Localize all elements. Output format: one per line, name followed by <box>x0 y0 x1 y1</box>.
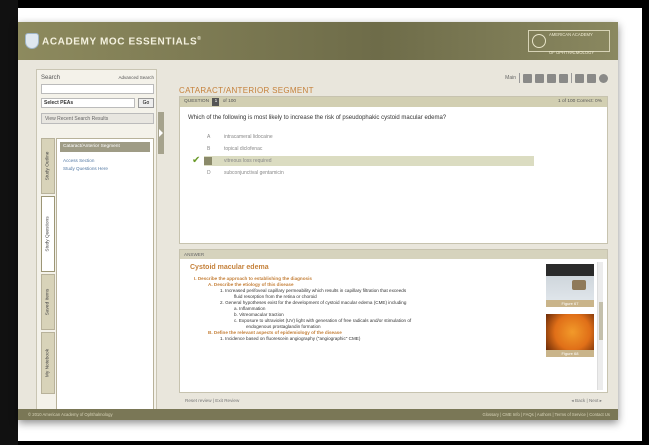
oct-image <box>546 264 594 300</box>
footer-links[interactable]: Glossary | CME Info | FAQs | Authors | T… <box>482 409 610 420</box>
answer-panel: ANSWER Cystoid macular edema I. Describe… <box>179 249 608 393</box>
left-panel: Search Advanced Search Select PEAs Go Vi… <box>36 69 157 414</box>
correct-check-icon: ✔ <box>192 155 201 166</box>
segment-title: CATARACT/ANTERIOR SEGMENT <box>179 86 314 95</box>
study-questions-link[interactable]: Study Questions Here <box>63 166 108 171</box>
question-text: Which of the following is most likely to… <box>188 115 447 121</box>
question-header: QUESTION 1 of 100 1 of 100 Correct: 0% <box>180 97 607 107</box>
answer-title: Cystoid macular edema <box>190 264 269 271</box>
bottom-nav: Reset review | Exit Review ◂ Back | Next… <box>179 398 608 408</box>
tab-my-notebook[interactable]: My Notebook <box>41 332 55 394</box>
recent-search-select[interactable]: View Recent Search Results <box>41 113 154 124</box>
back-next-links[interactable]: ◂ Back | Next ▸ <box>571 398 602 404</box>
figure-caption: Figure 68 <box>546 350 594 357</box>
aao-seal-icon <box>532 34 546 48</box>
scroll-thumb[interactable] <box>599 302 603 340</box>
main-link[interactable]: Main <box>505 75 516 81</box>
list-icon[interactable] <box>547 73 556 83</box>
help-icon[interactable] <box>599 73 608 83</box>
shield-logo-icon <box>25 33 39 49</box>
question-label: QUESTION <box>184 99 210 104</box>
tab-study-questions[interactable]: Study Questions <box>41 196 55 272</box>
pea-select[interactable]: Select PEAs <box>41 98 135 108</box>
tab-saved-items[interactable]: Saved Items <box>41 274 55 330</box>
toolbar-divider <box>519 73 520 83</box>
figure-68[interactable]: Figure 68 <box>546 314 594 357</box>
segment-list: Cataract/Anterior Segment Access Section… <box>56 138 154 410</box>
aao-logo: American Academy of Ophthalmology <box>528 30 610 55</box>
photo-frame: ACADEMY MOC ESSENTIALS® American Academy… <box>0 0 649 445</box>
frame-border <box>0 0 18 445</box>
aao-line-2: of Ophthalmology <box>549 50 595 55</box>
segment-header[interactable]: Cataract/Anterior Segment <box>60 142 150 152</box>
vertical-tabs: Study Outline Study Questions Saved Item… <box>41 138 55 410</box>
app-window: ACADEMY MOC ESSENTIALS® American Academy… <box>18 22 618 420</box>
print-icon[interactable] <box>575 73 584 83</box>
search-area: Search Advanced Search Select PEAs Go Vi… <box>41 74 154 134</box>
answer-option-c[interactable]: Cvitreous loss required <box>204 156 534 166</box>
question-status: 1 of 100 Correct: 0% <box>558 99 602 104</box>
review-links[interactable]: Reset review | Exit Review <box>185 398 239 403</box>
tab-study-outline[interactable]: Study Outline <box>41 138 55 194</box>
fundus-image <box>546 314 594 350</box>
question-panel: QUESTION 1 of 100 1 of 100 Correct: 0% W… <box>179 96 608 244</box>
search-input[interactable] <box>41 84 154 94</box>
app-title: ACADEMY MOC ESSENTIALS® <box>42 36 202 48</box>
answer-scrollbar[interactable] <box>597 262 603 390</box>
tools-icon[interactable] <box>587 73 596 83</box>
main-content: Main CATARACT/ANTERIOR SEGMENT QUESTION … <box>165 69 612 414</box>
footer: © 2010 American Academy of Ophthalmology… <box>18 409 618 420</box>
title-bar: ACADEMY MOC ESSENTIALS® American Academy… <box>18 22 618 60</box>
search-label: Search <box>41 75 61 81</box>
search-icon[interactable] <box>559 73 568 83</box>
toolbar-divider <box>571 73 572 83</box>
go-button[interactable]: Go <box>138 98 154 108</box>
access-section-link[interactable]: Access Section <box>63 158 94 163</box>
panel-collapse-handle[interactable] <box>158 112 164 154</box>
copyright: © 2010 American Academy of Ophthalmology <box>28 412 113 417</box>
highlight-icon[interactable] <box>535 73 544 83</box>
question-number: 1 <box>212 98 220 106</box>
answer-option-a[interactable]: Aintracameral lidocaine <box>204 132 534 142</box>
figure-caption: Figure 67 <box>546 300 594 307</box>
advanced-search-link[interactable]: Advanced Search <box>118 75 154 80</box>
question-of: of 100 <box>222 99 237 104</box>
answer-option-b[interactable]: Btopical diclofenac <box>204 144 534 154</box>
aao-line-1: American Academy <box>549 32 593 37</box>
figure-67[interactable]: Figure 67 <box>546 264 594 307</box>
notebook-icon[interactable] <box>523 73 532 83</box>
answer-option-d[interactable]: Dsubconjunctival gentamicin <box>204 168 534 178</box>
toolbar: Main <box>505 73 608 83</box>
selected-marker <box>204 156 212 165</box>
answer-header: ANSWER <box>180 250 607 259</box>
outline-line: 1. Incidence based on fluorescein angiog… <box>220 336 361 341</box>
